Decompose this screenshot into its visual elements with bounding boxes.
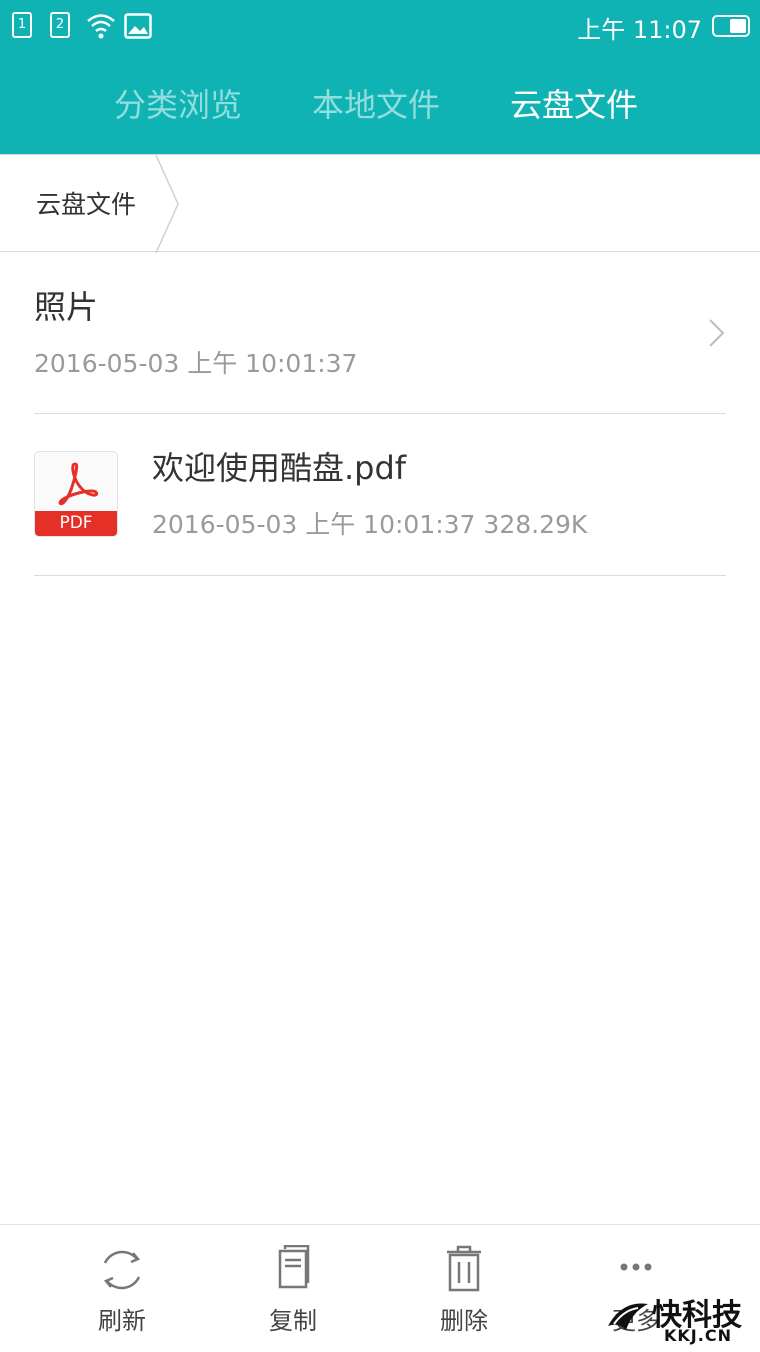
status-time: 上午 11:07 [577,16,702,44]
pdf-file-icon: PDF [34,451,118,537]
refresh-label: 刷新 [98,1307,146,1335]
sim1-icon: 1 [12,12,32,38]
tab-bar: 分类浏览 本地文件 云盘文件 [0,70,760,140]
watermark-logo-icon [608,1303,648,1330]
tab-cloud-files[interactable]: 云盘文件 [510,80,638,130]
breadcrumb-separator-icon [155,155,179,253]
battery-icon [712,15,750,37]
tab-category-browse[interactable]: 分类浏览 [114,80,242,130]
image-notification-icon [124,13,152,39]
app-header: 1 2 上午 11:07 分类浏览 本地文件 云盘文件 [0,0,760,154]
tab-local-files[interactable]: 本地文件 [312,80,440,130]
status-bar: 1 2 上午 11:07 [0,0,760,54]
delete-label: 删除 [440,1307,488,1335]
refresh-icon [103,1250,141,1290]
file-name: 欢迎使用酷盘.pdf [152,449,407,487]
more-icon [620,1263,652,1271]
copy-icon [278,1245,310,1289]
watermark: 快科技 KKJ.CN [604,1290,754,1346]
file-meta: 2016-05-03 上午 10:01:37 [34,349,358,378]
file-name: 照片 [34,288,99,326]
breadcrumb-item-cloud-files[interactable]: 云盘文件 [36,185,136,221]
sim2-icon: 2 [50,12,70,38]
file-meta: 2016-05-03 上午 10:01:37 328.29K [152,510,588,539]
acrobat-logo-icon [58,462,99,506]
delete-button[interactable]: 删除 [404,1245,524,1336]
pdf-label: PDF [35,511,117,536]
list-item-file[interactable]: PDF 欢迎使用酷盘.pdf 2016-05-03 上午 10:01:37 32… [34,413,726,576]
wifi-icon [87,14,115,39]
copy-label: 复制 [269,1307,317,1335]
list-item-folder[interactable]: 照片 2016-05-03 上午 10:01:37 [34,252,726,414]
breadcrumb: 云盘文件 [0,154,760,253]
chevron-right-icon [709,319,725,347]
trash-icon [447,1245,481,1292]
refresh-button[interactable]: 刷新 [62,1245,182,1336]
copy-button[interactable]: 复制 [233,1245,353,1336]
watermark-subtext: KKJ.CN [664,1326,732,1345]
